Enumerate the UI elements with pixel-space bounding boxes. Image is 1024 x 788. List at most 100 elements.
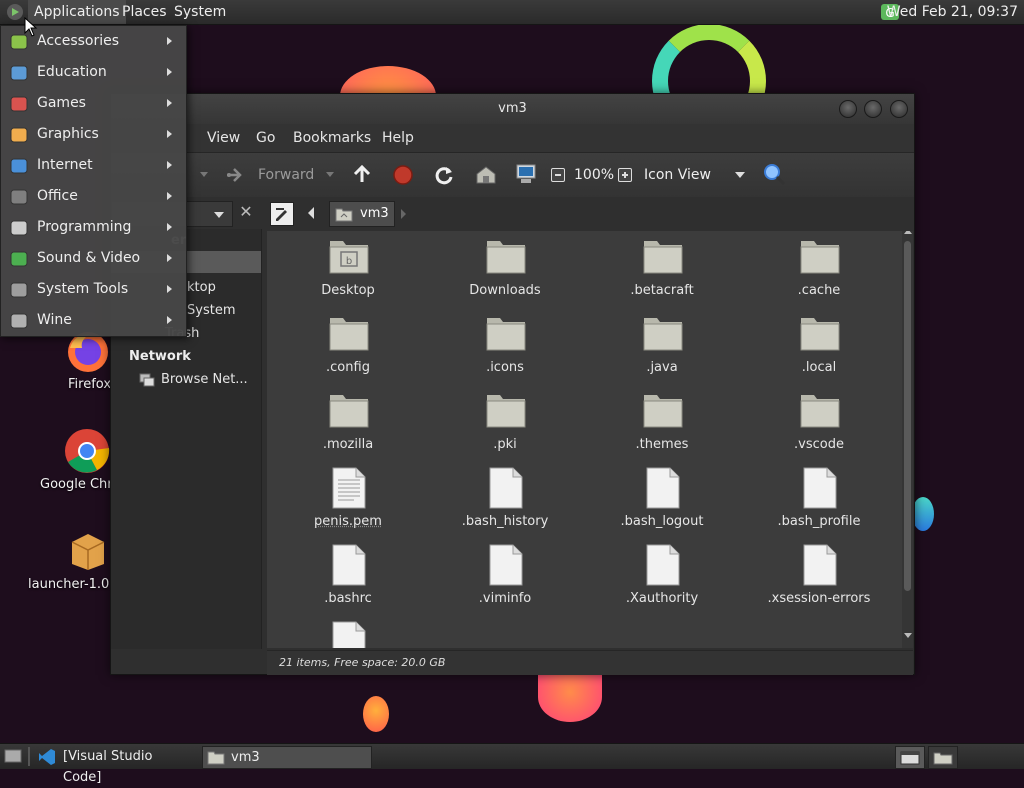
file-icon [328, 543, 370, 591]
file-item[interactable]: .xsession-errors [744, 539, 894, 616]
sidebar-item-browse-network[interactable]: Browse Net... [161, 372, 248, 387]
folder-item[interactable]: .themes [587, 385, 737, 462]
file-manager-window: vm3 View Go Bookmarks Help Forward 100% … [110, 93, 915, 675]
location-bar: ✕ vm3 [111, 197, 914, 229]
file-icon-view[interactable]: b Desktop Downloads .betacraft .cache .config… [267, 231, 913, 648]
folder-item[interactable]: .betacraft [587, 231, 737, 308]
close-sidebar-icon[interactable]: ✕ [237, 203, 255, 221]
app-menu-item-sound-video[interactable]: Sound & Video [1, 243, 186, 274]
file-icon [642, 543, 684, 591]
home-icon[interactable] [475, 165, 497, 185]
file-item[interactable] [273, 616, 423, 648]
applications-menu[interactable]: Applications [28, 0, 126, 24]
menu-go[interactable]: Go [256, 124, 275, 152]
file-item[interactable]: .viminfo [430, 539, 580, 616]
show-desktop-icon[interactable] [4, 748, 22, 764]
zoom-out-icon[interactable] [551, 168, 565, 182]
folder-item[interactable]: .config [273, 308, 423, 385]
task-vm3-label: vm3 [231, 747, 260, 768]
folder-item[interactable]: b Desktop [273, 231, 423, 308]
toolbar: Forward 100% Icon View [111, 152, 914, 198]
maximize-button[interactable] [864, 100, 882, 118]
scroll-down-arrow-icon[interactable] [904, 633, 912, 638]
folder-item[interactable]: .mozilla [273, 385, 423, 462]
mate-logo-icon[interactable] [6, 3, 24, 21]
file-item[interactable]: .bash_logout [587, 462, 737, 539]
file-item[interactable]: penis.pem [273, 462, 423, 539]
stop-icon[interactable] [392, 164, 414, 186]
chrome-icon [64, 428, 110, 474]
app-menu-item-system-tools[interactable]: System Tools [1, 274, 186, 305]
folder-item[interactable]: .local [744, 308, 894, 385]
zoom-in-icon[interactable] [618, 168, 632, 182]
file-icon [799, 543, 841, 591]
back-dropdown-icon[interactable] [200, 172, 208, 177]
svg-text:b: b [346, 256, 352, 267]
folder-item[interactable]: .java [587, 308, 737, 385]
launcher-desktop-icon[interactable] [70, 530, 106, 570]
search-icon[interactable] [762, 162, 786, 186]
app-menu-item-internet[interactable]: Internet [1, 150, 186, 181]
window-titlebar[interactable]: vm3 [111, 94, 914, 124]
path-button-vm3[interactable]: vm3 [329, 201, 395, 227]
folder-item[interactable]: .icons [430, 308, 580, 385]
file-item[interactable]: .bashrc [273, 539, 423, 616]
sidebar-selector-dropdown-icon[interactable] [214, 212, 224, 218]
app-menu-item-office[interactable]: Office [1, 181, 186, 212]
folder-icon [328, 389, 370, 433]
close-button[interactable] [890, 100, 908, 118]
bottom-panel: [Visual Studio Code] vm3 [0, 743, 1024, 769]
path-forward-arrow-icon[interactable] [401, 209, 406, 219]
folder-icon [485, 235, 527, 279]
workspace-2[interactable] [928, 746, 958, 769]
desktop-blob-small-orange [363, 696, 389, 732]
chrome-desktop-icon[interactable] [64, 428, 110, 474]
folder-item[interactable]: .pki [430, 385, 580, 462]
internet-icon [9, 156, 29, 176]
workspace-window-icon [896, 747, 924, 768]
panel-clock[interactable]: Wed Feb 21, 09:37 [887, 0, 1018, 24]
app-menu-item-education[interactable]: Education [1, 57, 186, 88]
menu-help[interactable]: Help [382, 124, 414, 152]
scroll-up-arrow-icon[interactable] [904, 231, 912, 234]
forward-dropdown-icon[interactable] [326, 172, 334, 177]
folder-item[interactable]: .vscode [744, 385, 894, 462]
wine-icon [9, 311, 29, 331]
scrollbar-thumb[interactable] [904, 241, 911, 591]
app-menu-item-graphics[interactable]: Graphics [1, 119, 186, 150]
view-mode-select[interactable]: Icon View [644, 153, 711, 197]
menu-bookmarks[interactable]: Bookmarks [293, 124, 371, 152]
applications-dropdown-menu: Accessories Education Games Graphics Interne… [0, 25, 187, 337]
window-title: vm3 [111, 94, 914, 124]
menu-view[interactable]: View [207, 124, 240, 152]
file-name-label: .local [744, 360, 894, 375]
folder-item[interactable]: Downloads [430, 231, 580, 308]
workspace-1[interactable] [895, 746, 925, 769]
sidebar-item-filesystem[interactable]: System [187, 303, 235, 318]
forward-button[interactable]: Forward [258, 153, 314, 197]
sidebar-item-desktop[interactable]: ktop [187, 280, 216, 295]
places-menu[interactable]: Places [116, 0, 173, 24]
app-menu-item-wine[interactable]: Wine [1, 305, 186, 336]
task-vscode[interactable]: [Visual Studio Code] [34, 746, 194, 767]
file-item[interactable]: .bash_history [430, 462, 580, 539]
app-menu-item-programming[interactable]: Programming [1, 212, 186, 243]
folder-item[interactable]: .cache [744, 231, 894, 308]
up-arrow-icon[interactable] [352, 164, 372, 186]
task-vm3[interactable]: vm3 [202, 746, 372, 769]
computer-icon[interactable] [515, 163, 537, 185]
minimize-button[interactable] [839, 100, 857, 118]
vscode-icon [38, 748, 56, 766]
system-menu[interactable]: System [168, 0, 232, 24]
vertical-scrollbar[interactable] [902, 231, 913, 648]
file-name-label: Desktop [273, 283, 423, 298]
sidebar-network-heading: Network [129, 349, 191, 364]
app-menu-item-games[interactable]: Games [1, 88, 186, 119]
file-name-label: .icons [430, 360, 580, 375]
path-back-arrow-icon[interactable] [308, 207, 314, 219]
view-mode-dropdown-icon[interactable] [735, 172, 745, 178]
file-item[interactable]: .bash_profile [744, 462, 894, 539]
file-item[interactable]: .Xauthority [587, 539, 737, 616]
reload-icon[interactable] [433, 164, 455, 186]
toggle-location-entry-icon[interactable] [270, 202, 294, 226]
